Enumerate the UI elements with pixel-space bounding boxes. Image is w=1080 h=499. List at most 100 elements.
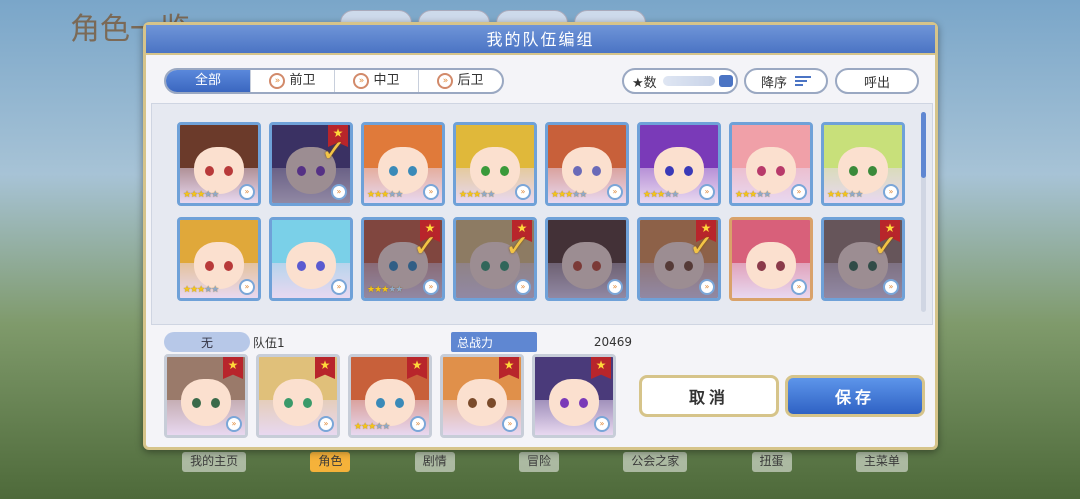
character-card[interactable]: » xyxy=(729,217,813,301)
portrait-eye xyxy=(848,165,858,176)
team-member-card[interactable]: » ★ xyxy=(164,354,248,438)
portrait-face xyxy=(838,146,888,194)
position-chevron-icon: » xyxy=(883,279,899,295)
character-card[interactable]: » ★ ✓ xyxy=(821,217,905,301)
portrait-eye xyxy=(224,165,234,176)
position-chevron-icon: » xyxy=(239,184,255,200)
portrait-eye xyxy=(487,397,497,408)
background-nav-item: 公会之家 xyxy=(623,452,688,472)
portrait-eye xyxy=(395,397,405,408)
portrait-eye xyxy=(776,165,786,176)
character-card[interactable]: » xyxy=(545,217,629,301)
portrait-eye xyxy=(480,165,490,176)
sort-key-bar xyxy=(662,76,715,86)
check-icon: ✓ xyxy=(688,229,714,264)
position-chevron-icon: » xyxy=(594,416,610,432)
character-card[interactable]: ★★★★★ » xyxy=(545,122,629,206)
filter-tab[interactable]: » 中卫 xyxy=(334,70,418,92)
total-power-label: 总战力 xyxy=(451,332,537,352)
star-rating: ★★★★★ xyxy=(367,285,403,295)
background-bottom-nav: 我的主页 角色 剧情 冒险 公会之家 扭蛋 主菜单 xyxy=(150,452,940,472)
portrait-eye xyxy=(664,165,674,176)
sort-order-label: 降序 xyxy=(760,75,787,91)
portrait-eye xyxy=(388,165,398,176)
character-card[interactable]: ★★★★★ » xyxy=(177,217,261,301)
character-card[interactable]: ★★★★★ » xyxy=(729,122,813,206)
position-chevron-icon: » xyxy=(607,184,623,200)
character-card[interactable]: ★★★★★ » xyxy=(453,122,537,206)
portrait-eye xyxy=(303,397,313,408)
portrait-face xyxy=(746,146,796,194)
save-button[interactable]: 保存 xyxy=(785,375,925,417)
character-card[interactable]: ★★★★★ » xyxy=(821,122,905,206)
portrait-eye xyxy=(500,165,510,176)
filter-tab-label: 前卫 xyxy=(289,73,316,88)
character-card[interactable]: » ★ ✓ xyxy=(453,217,537,301)
sort-key-button[interactable]: ★数 xyxy=(622,68,738,94)
portrait-eye xyxy=(579,397,589,408)
portrait-face xyxy=(286,241,336,289)
portrait-eye xyxy=(776,260,786,271)
portrait-eye xyxy=(408,165,418,176)
portrait-face xyxy=(562,146,612,194)
filter-tab-label: 中卫 xyxy=(373,73,400,88)
position-chevron-icon: » xyxy=(269,73,286,89)
filter-tab[interactable]: » 后卫 xyxy=(418,70,502,92)
character-card[interactable]: » ★ ✓ xyxy=(637,217,721,301)
portrait-eye xyxy=(868,165,878,176)
portrait-eye xyxy=(191,397,201,408)
position-chevron-icon: » xyxy=(502,416,518,432)
character-card[interactable]: ★★★★★ » xyxy=(361,122,445,206)
filter-tab-label: 后卫 xyxy=(457,73,484,88)
portrait-eye xyxy=(684,165,694,176)
cancel-button[interactable]: 取消 xyxy=(639,375,779,417)
filter-tab[interactable]: » 前卫 xyxy=(250,70,334,92)
character-card[interactable]: ★★★★★ » xyxy=(637,122,721,206)
team-slot-label: 无 xyxy=(164,332,250,352)
portrait-eye xyxy=(316,260,326,271)
total-power-value: 20469 xyxy=(593,335,632,349)
position-chevron-icon: » xyxy=(515,279,531,295)
call-out-button[interactable]: 呼出 xyxy=(835,68,919,94)
portrait-face xyxy=(194,241,244,289)
position-chevron-icon: » xyxy=(410,416,426,432)
character-card[interactable]: ★★★★★» ★ ✓ xyxy=(361,217,445,301)
character-card[interactable]: » xyxy=(269,217,353,301)
position-chevron-icon: » xyxy=(699,279,715,295)
position-chevron-icon: » xyxy=(607,279,623,295)
team-member-card[interactable]: ★★★★★» ★ xyxy=(348,354,432,438)
position-chevron-icon: » xyxy=(239,279,255,295)
position-chevron-icon: » xyxy=(699,184,715,200)
character-card[interactable]: » ★ ✓ xyxy=(269,122,353,206)
portrait-face xyxy=(365,378,415,426)
sort-order-button[interactable]: 降序 xyxy=(744,68,828,94)
position-filter-bar: 全部» 前卫» 中卫» 后卫 xyxy=(164,68,504,94)
team-members: » ★» ★ ★★★★★» ★» ★» ★ xyxy=(164,354,616,438)
position-chevron-icon: » xyxy=(226,416,242,432)
background-nav-item: 我的主页 xyxy=(182,452,247,472)
team-member-card[interactable]: » ★ xyxy=(256,354,340,438)
dialog-title: 我的队伍编组 xyxy=(146,25,935,55)
portrait-eye xyxy=(283,397,293,408)
check-icon: ✓ xyxy=(504,229,530,264)
team-member-card[interactable]: » ★ xyxy=(532,354,616,438)
position-chevron-icon: » xyxy=(318,416,334,432)
portrait-eye xyxy=(559,397,569,408)
background-nav-item: 主菜单 xyxy=(855,452,908,472)
position-chevron-icon: » xyxy=(331,279,347,295)
filter-tab[interactable]: 全部 xyxy=(166,70,250,92)
star-rating: ★★★★★ xyxy=(551,190,587,200)
portrait-eye xyxy=(204,260,214,271)
star-rating: ★★★★★ xyxy=(735,190,771,200)
scrollbar-thumb[interactable] xyxy=(921,112,926,178)
character-card[interactable]: ★★★★★ » xyxy=(177,122,261,206)
portrait-face xyxy=(273,378,323,426)
star-rating: ★★★★★ xyxy=(367,190,403,200)
portrait-face xyxy=(194,146,244,194)
team-member-card[interactable]: » ★ xyxy=(440,354,524,438)
star-rating: ★★★★★ xyxy=(354,422,390,432)
roster-scrollbar[interactable] xyxy=(921,112,926,312)
background-nav-item: 角色 xyxy=(310,452,351,472)
sort-key-icon xyxy=(718,75,733,87)
portrait-face xyxy=(378,146,428,194)
